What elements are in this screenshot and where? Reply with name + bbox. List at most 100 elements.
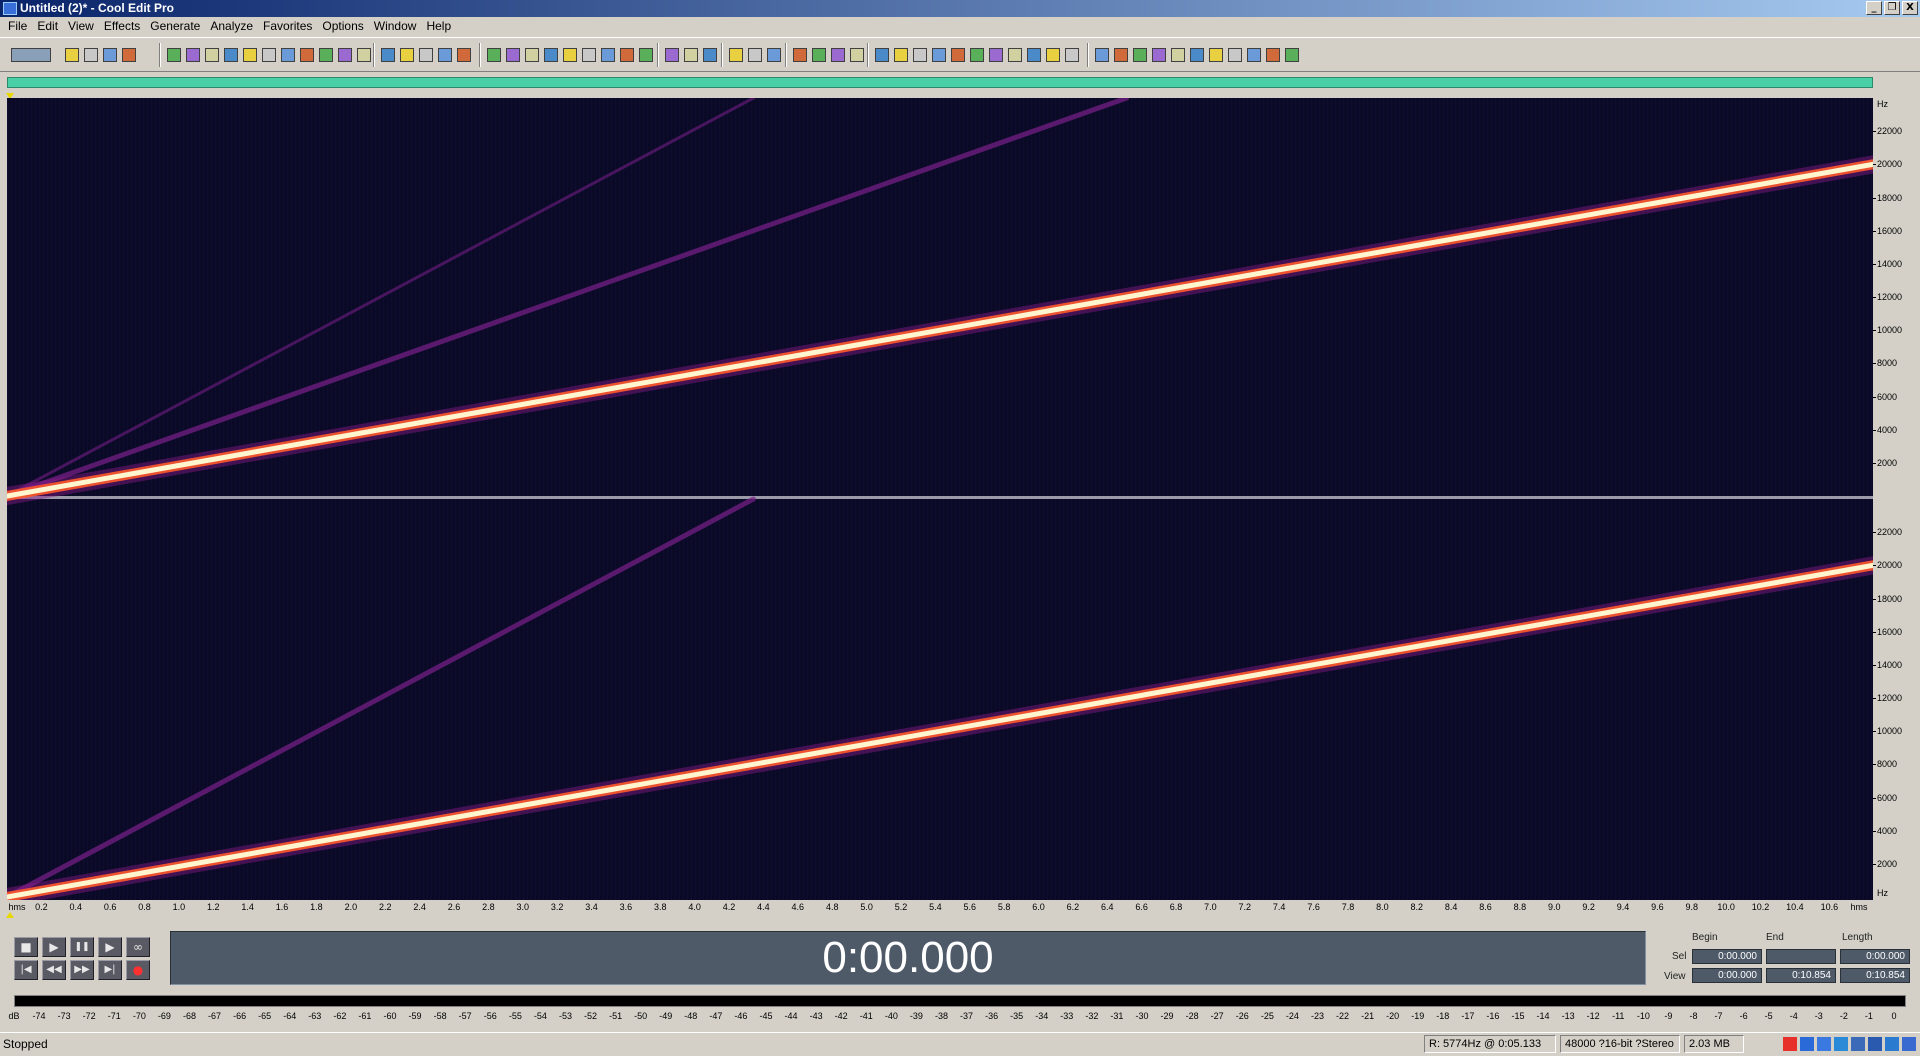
menu-effects[interactable]: Effects: [100, 17, 146, 36]
record-button[interactable]: ●: [126, 960, 150, 980]
toolbar-button-54[interactable]: [1149, 45, 1169, 65]
toolbar-button-48[interactable]: [1024, 45, 1044, 65]
toolbar-button-42[interactable]: [910, 45, 930, 65]
toolbar-button-28[interactable]: [617, 45, 637, 65]
toolbar-button-56[interactable]: [1187, 45, 1207, 65]
play-to-end-button[interactable]: ▶: [98, 937, 122, 957]
menu-window[interactable]: Window: [370, 17, 423, 36]
toolbar-button-2[interactable]: [81, 45, 101, 65]
toolbar-button-59[interactable]: [1244, 45, 1264, 65]
sel-length-field[interactable]: 0:00.000: [1840, 949, 1910, 964]
toolbar-button-15[interactable]: [354, 45, 374, 65]
toolbar-button-50[interactable]: [1062, 45, 1082, 65]
cool-edit-app-icon[interactable]: [3, 2, 17, 15]
view-length-field[interactable]: 0:10.854: [1840, 968, 1910, 983]
toolbar-button-26[interactable]: [579, 45, 599, 65]
toolbar-button-47[interactable]: [1005, 45, 1025, 65]
menu-analyze[interactable]: Analyze: [206, 17, 259, 36]
menu-favorites[interactable]: Favorites: [259, 17, 318, 36]
spectral-view[interactable]: [7, 98, 1873, 900]
toolbar-button-43[interactable]: [929, 45, 949, 65]
toolbar-button-41[interactable]: [891, 45, 911, 65]
toolbar-button-1[interactable]: [62, 45, 82, 65]
toolbar-button-13[interactable]: [316, 45, 336, 65]
toolbar-button-10[interactable]: [259, 45, 279, 65]
tray-wrench-icon[interactable]: [1902, 1037, 1916, 1051]
toolbar-button-6[interactable]: [183, 45, 203, 65]
menu-view[interactable]: View: [64, 17, 100, 36]
sample-format[interactable]: 48000 ?16-bit ?Stereo: [1560, 1035, 1680, 1053]
toolbar-button-14[interactable]: [335, 45, 355, 65]
toolbar-button-32[interactable]: [700, 45, 720, 65]
close-button[interactable]: X: [1902, 1, 1918, 15]
toolbar-button-38[interactable]: [828, 45, 848, 65]
toolbar-button-57[interactable]: [1206, 45, 1226, 65]
toolbar-button-55[interactable]: [1168, 45, 1188, 65]
toolbar-button-9[interactable]: [240, 45, 260, 65]
toolbar-button-51[interactable]: [1092, 45, 1112, 65]
toolbar-button-44[interactable]: [948, 45, 968, 65]
toolbar-button-23[interactable]: [522, 45, 542, 65]
toolbar-button-24[interactable]: [541, 45, 561, 65]
toolbar-button-61[interactable]: [1282, 45, 1302, 65]
toolbar-button-17[interactable]: [397, 45, 417, 65]
tray-moon-icon[interactable]: [1817, 1037, 1831, 1051]
go-to-end-button[interactable]: ▶|: [98, 960, 122, 980]
tray-keyboard-icon[interactable]: [1851, 1037, 1865, 1051]
toolbar-button-46[interactable]: [986, 45, 1006, 65]
spectrogram-canvas[interactable]: [7, 98, 1873, 900]
toolbar-button-11[interactable]: [278, 45, 298, 65]
menu-file[interactable]: File: [4, 17, 33, 36]
toolbar-button-30[interactable]: [662, 45, 682, 65]
toolbar-button-39[interactable]: [847, 45, 867, 65]
toolbar-button-21[interactable]: [484, 45, 504, 65]
go-to-start-button[interactable]: |◀: [14, 960, 38, 980]
toolbar-button-7[interactable]: [202, 45, 222, 65]
stop-button[interactable]: ■: [14, 937, 38, 957]
toolbar-button-20[interactable]: [454, 45, 474, 65]
fast-forward-button[interactable]: ▶▶: [70, 960, 94, 980]
toolbar-button-22[interactable]: [503, 45, 523, 65]
toolbar-button-53[interactable]: [1130, 45, 1150, 65]
tray-ime-icon[interactable]: [1800, 1037, 1814, 1051]
end-marker-icon[interactable]: [6, 912, 14, 918]
menu-help[interactable]: Help: [422, 17, 457, 36]
toolbar-button-19[interactable]: [435, 45, 455, 65]
toolbar-button-18[interactable]: [416, 45, 436, 65]
toolbar-button-25[interactable]: [560, 45, 580, 65]
minimize-button[interactable]: _: [1866, 1, 1882, 15]
toolbar-button-35[interactable]: [764, 45, 784, 65]
play-button[interactable]: ▶: [42, 937, 66, 957]
toolbar-button-45[interactable]: [967, 45, 987, 65]
toolbar-button-58[interactable]: [1225, 45, 1245, 65]
toolbar-button-37[interactable]: [809, 45, 829, 65]
toolbar-button-3[interactable]: [100, 45, 120, 65]
sel-end-field[interactable]: [1766, 949, 1836, 964]
toolbar-button-40[interactable]: [872, 45, 892, 65]
rewind-button[interactable]: ◀◀: [42, 960, 66, 980]
toolbar-button-8[interactable]: [221, 45, 241, 65]
toolbar-button-60[interactable]: [1263, 45, 1283, 65]
view-begin-field[interactable]: 0:00.000: [1692, 968, 1762, 983]
menu-edit[interactable]: Edit: [33, 17, 64, 36]
toolbar-button-12[interactable]: [297, 45, 317, 65]
menu-generate[interactable]: Generate: [146, 17, 206, 36]
tray-punct-icon[interactable]: [1834, 1037, 1848, 1051]
toolbar-button-27[interactable]: [598, 45, 618, 65]
toolbar-button-49[interactable]: [1043, 45, 1063, 65]
toolbar-mode-toggle-button[interactable]: [8, 45, 54, 65]
channel-divider[interactable]: [7, 496, 1873, 499]
view-end-field[interactable]: 0:10.854: [1766, 968, 1836, 983]
tray-shirt-icon[interactable]: [1885, 1037, 1899, 1051]
waveform-overview-bar[interactable]: [7, 77, 1873, 88]
toolbar-button-5[interactable]: [164, 45, 184, 65]
toolbar-button-29[interactable]: [636, 45, 656, 65]
toolbar-button-34[interactable]: [745, 45, 765, 65]
restore-button[interactable]: ❐: [1884, 1, 1900, 15]
menu-options[interactable]: Options: [318, 17, 369, 36]
loop-button[interactable]: ∞: [126, 937, 150, 957]
toolbar-button-4[interactable]: [119, 45, 139, 65]
toolbar-button-16[interactable]: [378, 45, 398, 65]
toolbar-button-36[interactable]: [790, 45, 810, 65]
sel-begin-field[interactable]: 0:00.000: [1692, 949, 1762, 964]
